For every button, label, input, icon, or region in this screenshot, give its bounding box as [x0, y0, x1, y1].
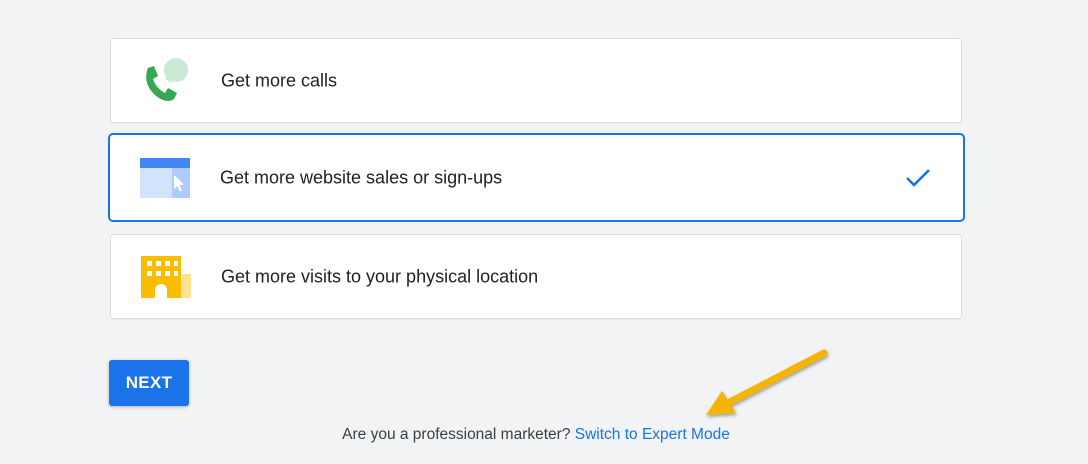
footer-prompt-text: Are you a professional marketer?: [342, 426, 571, 443]
check-icon: [905, 168, 931, 188]
storefront-icon: [139, 252, 193, 302]
expert-mode-prompt: Are you a professional marketer? Switch …: [0, 426, 1072, 444]
goal-option-visits[interactable]: Get more visits to your physical locatio…: [111, 235, 961, 318]
goal-label: Get more visits to your physical locatio…: [221, 266, 539, 286]
goal-label: Get more website sales or sign-ups: [220, 167, 503, 187]
goal-label: Get more calls: [221, 70, 338, 90]
annotation-arrow-icon: [700, 345, 840, 425]
goal-option-website[interactable]: Get more website sales or sign-ups: [110, 135, 963, 220]
phone-call-icon: [139, 56, 193, 106]
goal-option-calls[interactable]: Get more calls: [111, 39, 961, 122]
website-cursor-icon: [138, 153, 192, 203]
switch-to-expert-mode-link[interactable]: Switch to Expert Mode: [575, 426, 730, 443]
next-button[interactable]: NEXT: [109, 360, 189, 406]
